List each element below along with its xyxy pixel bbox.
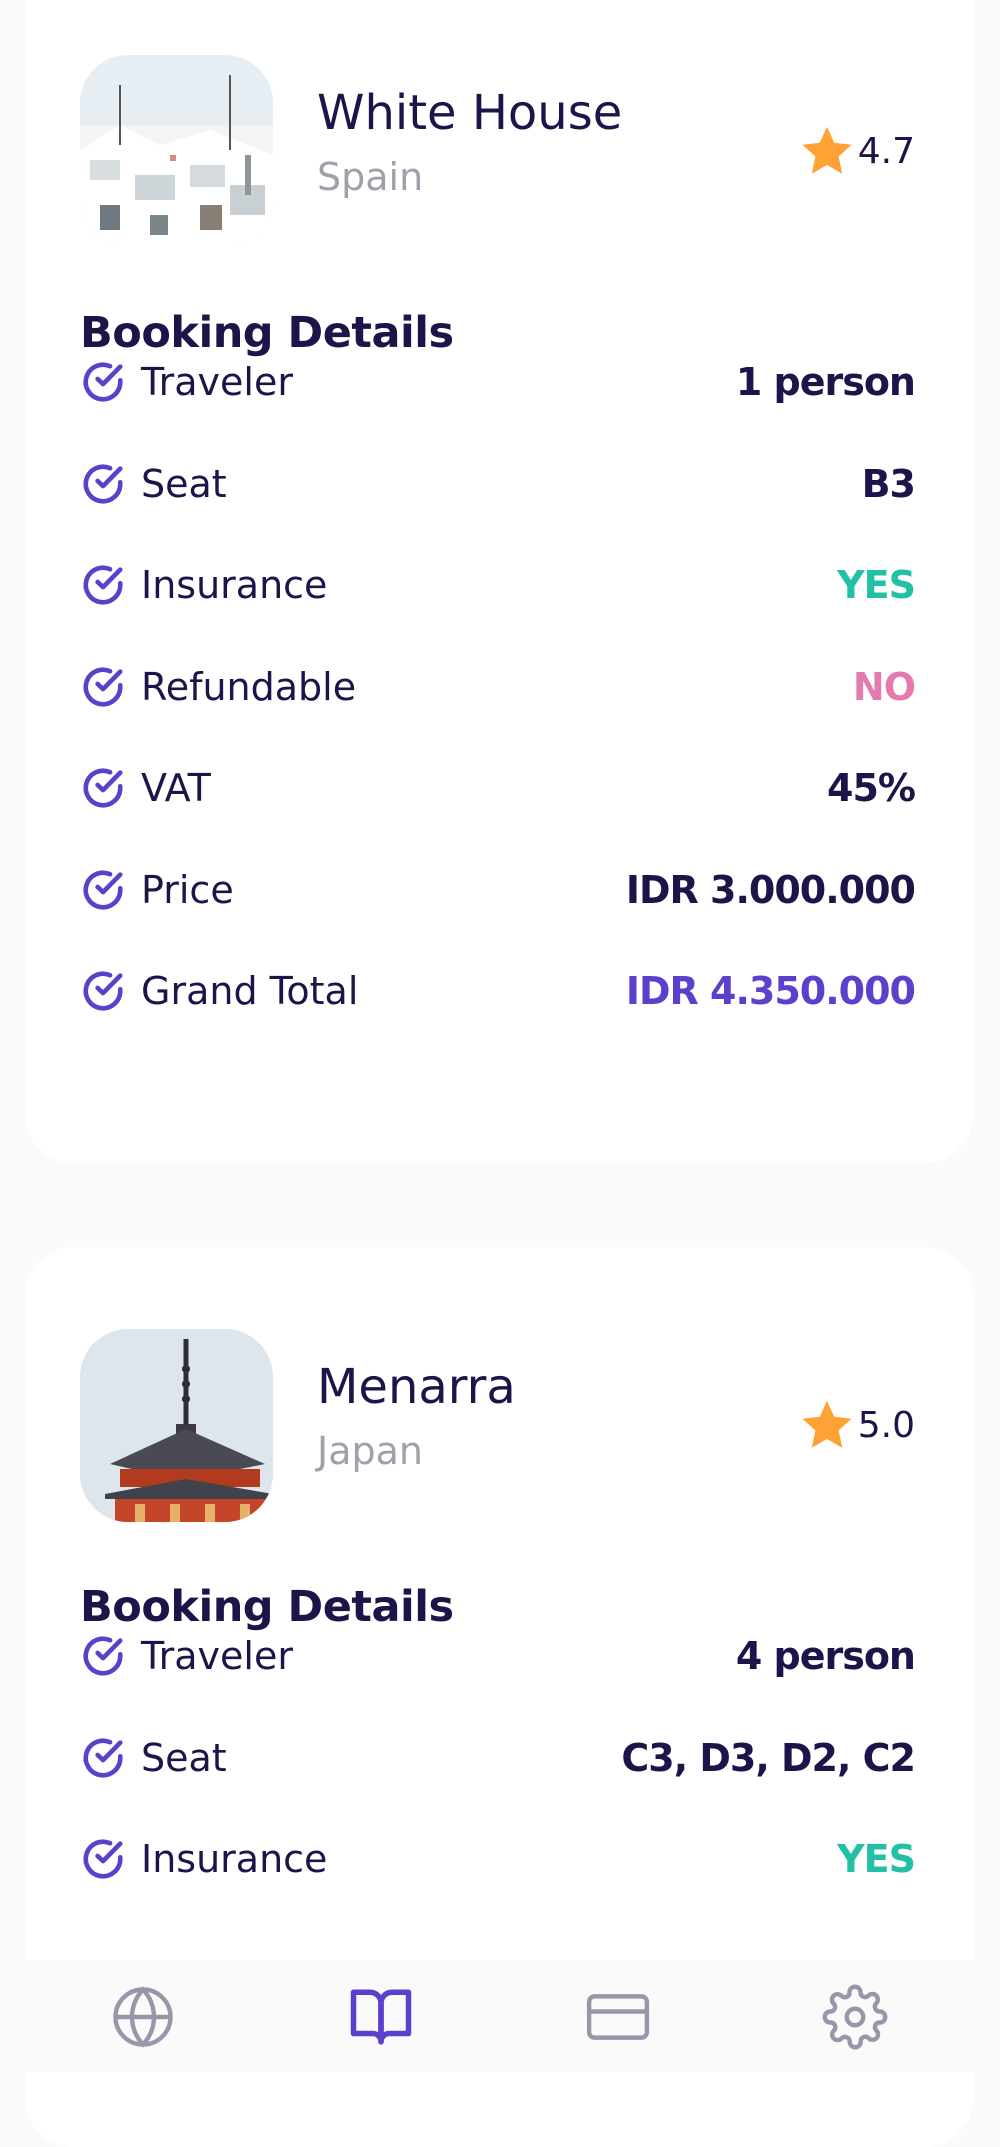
check-circle-icon <box>83 1839 123 1879</box>
detail-label: Traveler <box>141 360 293 404</box>
detail-label: Insurance <box>141 1837 328 1881</box>
detail-value: YES <box>837 1837 916 1881</box>
destination-name: White House <box>317 85 623 141</box>
detail-row-vat: VAT 45% <box>80 758 916 818</box>
gear-icon <box>822 1984 888 2050</box>
check-circle-icon <box>83 1738 123 1778</box>
detail-row-refundable: Refundable NO <box>80 657 916 717</box>
detail-label: Seat <box>141 1736 227 1780</box>
detail-value: NO <box>852 665 916 709</box>
nav-item-wallet[interactable] <box>583 1982 653 2052</box>
detail-value: 1 person <box>735 360 916 404</box>
check-circle-icon <box>83 768 123 808</box>
nav-item-bookings[interactable] <box>346 1982 416 2052</box>
detail-label: VAT <box>141 766 211 810</box>
destination-image <box>80 1329 273 1522</box>
booking-card-white-house: White House Spain 4.7 Booking Details Tr… <box>25 0 973 1163</box>
rating: 4.7 <box>798 122 915 180</box>
star-icon <box>802 126 852 174</box>
detail-row-grand-total: Grand Total IDR 4.350.000 <box>80 961 916 1021</box>
detail-value: 45% <box>827 766 916 810</box>
check-circle-icon <box>83 565 123 605</box>
detail-label: Refundable <box>141 665 357 709</box>
detail-row-insurance: Insurance YES <box>80 555 916 615</box>
detail-row-seat: Seat C3, D3, D2, C2 <box>80 1728 916 1788</box>
nav-item-explore[interactable] <box>108 1982 178 2052</box>
check-circle-icon <box>83 667 123 707</box>
detail-row-traveler: Traveler 4 person <box>80 1626 916 1686</box>
bottom-navigation <box>0 1960 1000 2072</box>
rating-value: 5.0 <box>857 1404 915 1446</box>
detail-value: IDR 3.000.000 <box>625 868 916 912</box>
destination-country: Japan <box>317 1429 423 1473</box>
book-icon <box>350 1989 412 2045</box>
detail-label: Insurance <box>141 563 328 607</box>
detail-value: YES <box>837 563 916 607</box>
detail-value: C3, D3, D2, C2 <box>621 1736 916 1780</box>
detail-value: IDR 4.350.000 <box>625 969 916 1013</box>
detail-row-insurance: Insurance YES <box>80 1829 916 1889</box>
detail-value: B3 <box>861 462 916 506</box>
check-circle-icon <box>83 464 123 504</box>
check-circle-icon <box>83 1636 123 1676</box>
destination-country: Spain <box>317 155 424 199</box>
detail-label: Traveler <box>141 1634 293 1678</box>
detail-label: Price <box>141 868 234 912</box>
star-icon <box>802 1400 852 1448</box>
section-title: Booking Details <box>80 1582 454 1632</box>
detail-label: Seat <box>141 462 227 506</box>
check-circle-icon <box>83 971 123 1011</box>
detail-value: 4 person <box>735 1634 916 1678</box>
globe-icon <box>113 1986 173 2048</box>
detail-label: Grand Total <box>141 969 359 1013</box>
detail-row-price: Price IDR 3.000.000 <box>80 860 916 920</box>
credit-card-icon <box>586 1994 650 2040</box>
detail-row-seat: Seat B3 <box>80 454 916 514</box>
check-circle-icon <box>83 362 123 402</box>
check-circle-icon <box>83 870 123 910</box>
destination-image <box>80 55 273 248</box>
nav-item-settings[interactable] <box>820 1982 890 2052</box>
rating-value: 4.7 <box>857 130 915 172</box>
detail-row-traveler: Traveler 1 person <box>80 352 916 412</box>
rating: 5.0 <box>798 1396 915 1454</box>
destination-name: Menarra <box>317 1359 516 1415</box>
section-title: Booking Details <box>80 308 454 358</box>
